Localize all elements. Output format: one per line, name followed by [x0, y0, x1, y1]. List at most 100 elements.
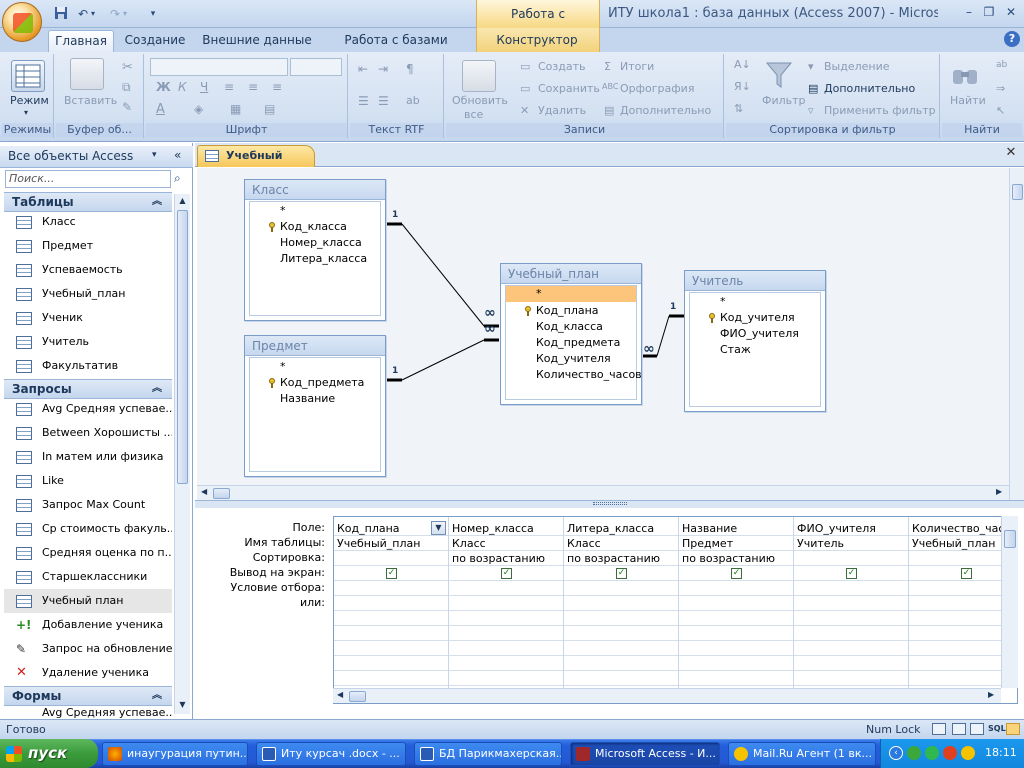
nav-header[interactable]: Все объекты Access ▾ «: [0, 146, 193, 168]
highlight-icon[interactable]: ab: [406, 94, 420, 107]
scroll-right-icon[interactable]: ▶: [996, 487, 1002, 496]
field-dropdown-icon[interactable]: ▼: [431, 521, 446, 535]
nav-query-item[interactable]: Between Хорошисты ...: [4, 421, 172, 445]
goto-icon[interactable]: ⇒: [996, 82, 1005, 95]
start-button[interactable]: пуск: [0, 739, 98, 768]
nav-table-item[interactable]: Ученик: [4, 306, 172, 330]
nav-table-item[interactable]: Учитель: [4, 330, 172, 354]
bold-button[interactable]: Ж: [156, 80, 171, 94]
grid-cell-or[interactable]: [909, 596, 1002, 611]
grid-vertical-scrollbar[interactable]: [1001, 516, 1018, 688]
nav-table-item[interactable]: Предмет: [4, 234, 172, 258]
taskbar-item[interactable]: инаугурация путин...: [102, 742, 248, 766]
grid-cell-criteria[interactable]: [679, 581, 793, 596]
sql-view-button[interactable]: SQL: [988, 724, 1006, 733]
nav-query-item[interactable]: In матем или физика: [4, 445, 172, 469]
show-checkbox[interactable]: ✓: [731, 568, 742, 579]
datasheet-view-icon[interactable]: [932, 723, 946, 735]
grid-cell-empty[interactable]: [334, 641, 448, 656]
paragraph-icon[interactable]: ¶: [406, 62, 414, 76]
indent-decrease-icon[interactable]: ⇤: [358, 62, 368, 76]
grid-cell-empty[interactable]: [679, 626, 793, 641]
grid-cell-empty[interactable]: [909, 656, 1002, 671]
grid-cell-empty[interactable]: [449, 671, 563, 686]
nav-table-item[interactable]: Класс: [4, 210, 172, 234]
field-item[interactable]: Код_класса: [280, 220, 347, 233]
field-item[interactable]: Код_учителя: [536, 352, 611, 365]
grid-cell-empty[interactable]: [909, 641, 1002, 656]
grid-cell-empty[interactable]: [679, 641, 793, 656]
grid-cell-table[interactable]: Предмет: [679, 536, 793, 551]
grid-cell-empty[interactable]: [679, 671, 793, 686]
grid-cell-empty[interactable]: [794, 671, 908, 686]
field-item[interactable]: Количество_часов: [536, 368, 642, 381]
grid-cell-sort[interactable]: [794, 551, 908, 566]
collapse-chevron-icon[interactable]: ︽: [152, 193, 162, 211]
view-button[interactable]: Режим: [10, 94, 49, 107]
scroll-left-icon[interactable]: ◀: [201, 487, 207, 496]
pivot-view-icon[interactable]: [952, 723, 966, 735]
grid-cell-sort[interactable]: [909, 551, 1002, 566]
numbering-icon[interactable]: ☰: [358, 94, 369, 108]
nav-section-queries[interactable]: Запросы ︽: [4, 379, 172, 399]
tab-database-tools[interactable]: Работа с базами данных: [322, 30, 470, 67]
grid-cell-sort[interactable]: по возрастанию: [449, 551, 563, 566]
sort-descending-icon[interactable]: Я↓: [734, 80, 751, 93]
scroll-right-icon[interactable]: ▶: [988, 690, 994, 699]
grid-cell-empty[interactable]: [449, 626, 563, 641]
query-design-grid[interactable]: Код_плана ▼ Учебный_план ✓ Номер_класса …: [333, 516, 1018, 704]
tray-app-icon[interactable]: [961, 746, 975, 760]
gridlines-icon[interactable]: ▦: [230, 102, 241, 116]
scroll-thumb[interactable]: [213, 488, 230, 499]
scroll-thumb[interactable]: [349, 691, 366, 702]
diagram-horizontal-scrollbar[interactable]: ◀ ▶: [197, 485, 1009, 500]
grid-cell-empty[interactable]: [334, 656, 448, 671]
taskbar-item[interactable]: БД Парикмахерская...: [414, 742, 562, 766]
more-records-button[interactable]: Дополнительно: [620, 104, 711, 117]
nav-query-item[interactable]: +! Добавление ученика: [4, 613, 172, 637]
nav-query-item-selected[interactable]: Учебный план: [4, 589, 172, 613]
clear-sort-icon[interactable]: ⇅: [734, 102, 743, 115]
grid-cell-criteria[interactable]: [334, 581, 448, 596]
grid-cell-show[interactable]: ✓: [794, 566, 908, 581]
grid-cell-field[interactable]: Литера_класса: [564, 521, 678, 536]
field-list[interactable]: * Код_предмета Название: [249, 357, 381, 472]
grid-column[interactable]: Номер_класса Класс по возрастанию ✓: [449, 517, 564, 689]
grid-cell-or[interactable]: [449, 596, 563, 611]
grid-cell-empty[interactable]: [449, 641, 563, 656]
show-checkbox[interactable]: ✓: [501, 568, 512, 579]
align-right-icon[interactable]: ≡: [272, 80, 282, 94]
nav-query-item[interactable]: ✕ Удаление ученика: [4, 661, 172, 685]
grid-cell-empty[interactable]: [564, 641, 678, 656]
nav-query-item[interactable]: Avg Средняя успевае...: [4, 397, 172, 421]
scroll-down-icon[interactable]: ▼: [176, 700, 189, 709]
grid-cell-or[interactable]: [794, 596, 908, 611]
replace-icon[interactable]: ab: [996, 60, 1007, 70]
grid-cell-empty[interactable]: [564, 656, 678, 671]
field-item[interactable]: ФИО_учителя: [720, 327, 799, 340]
new-record-button[interactable]: Создать: [538, 60, 586, 73]
grid-cell-show[interactable]: ✓: [564, 566, 678, 581]
nav-query-item[interactable]: Like: [4, 469, 172, 493]
field-list[interactable]: * Код_класса Номер_класса Литера_класса: [249, 201, 381, 316]
grid-cell-empty[interactable]: [794, 656, 908, 671]
grid-cell-empty[interactable]: [909, 611, 1002, 626]
indent-increase-icon[interactable]: ⇥: [378, 62, 388, 76]
field-item[interactable]: Код_класса: [536, 320, 603, 333]
grid-cell-or[interactable]: [679, 596, 793, 611]
grid-cell-empty[interactable]: [334, 671, 448, 686]
grid-horizontal-scrollbar[interactable]: ◀ ▶: [333, 688, 1001, 703]
scroll-thumb[interactable]: [177, 210, 188, 484]
field-item[interactable]: Код_учителя: [720, 311, 795, 324]
nav-menu-dropdown-icon[interactable]: ▾: [152, 150, 157, 160]
font-name-combo[interactable]: [150, 58, 288, 76]
field-item[interactable]: Название: [280, 392, 335, 405]
grid-cell-criteria[interactable]: [449, 581, 563, 596]
view-dropdown-icon[interactable]: ▾: [24, 108, 28, 117]
grid-cell-or[interactable]: [564, 596, 678, 611]
nav-section-forms[interactable]: Формы ︽: [4, 686, 172, 706]
grid-column[interactable]: Количество_часо Учебный_план ✓: [909, 517, 1002, 689]
nav-query-item[interactable]: Запрос Max Count: [4, 493, 172, 517]
scroll-left-icon[interactable]: ◀: [337, 690, 343, 699]
table-box-klass[interactable]: Класс * Код_класса Номер_класса Литера_к…: [244, 179, 386, 321]
